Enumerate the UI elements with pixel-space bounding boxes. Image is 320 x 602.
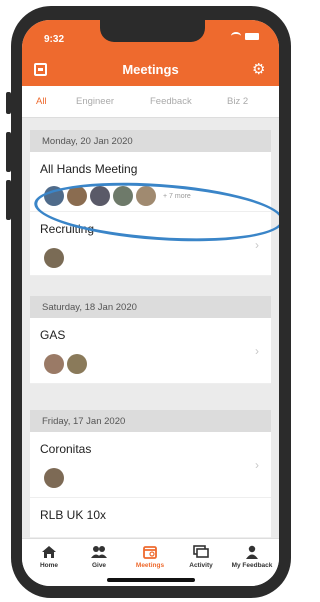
tab-feedback[interactable]: Feedback xyxy=(150,96,192,107)
home-icon xyxy=(41,545,57,559)
meeting-list: Monday, 20 Jan 2020 All Hands Meeting + … xyxy=(22,118,279,538)
nav-label: Meetings xyxy=(135,562,165,569)
filter-tabs: All Engineer Feedback Biz 2 xyxy=(22,86,279,118)
page-title: Meetings xyxy=(122,62,179,77)
nav-home[interactable]: Home xyxy=(24,545,74,569)
stage: 9:32 Meetings ⚙ All Engineer Feedback Bi… xyxy=(0,0,296,602)
gear-icon[interactable]: ⚙ xyxy=(252,62,267,77)
volume-down-button xyxy=(6,180,11,220)
volume-up-button xyxy=(6,132,11,172)
meeting-title: Coronitas xyxy=(40,442,92,456)
activity-icon xyxy=(193,545,209,559)
tab-biz-2[interactable]: Biz 2 xyxy=(227,96,248,107)
calendar-icon xyxy=(142,545,158,559)
home-indicator xyxy=(107,578,195,582)
attendee-avatars xyxy=(44,468,67,488)
avatar xyxy=(44,248,64,268)
attendee-avatars xyxy=(44,248,67,268)
people-icon xyxy=(91,545,107,559)
meeting-title: GAS xyxy=(40,328,66,342)
status-icons xyxy=(231,32,259,40)
chevron-right-icon: › xyxy=(255,458,259,472)
nav-label: Activity xyxy=(189,562,213,569)
chevron-right-icon: › xyxy=(255,344,259,358)
date-header: Friday, 17 Jan 2020 xyxy=(30,410,271,432)
meeting-title: All Hands Meeting xyxy=(40,162,138,176)
meeting-title: RLB UK 10x xyxy=(40,508,107,522)
date-header: Monday, 20 Jan 2020 xyxy=(30,130,271,152)
status-time: 9:32 xyxy=(44,34,65,45)
avatar xyxy=(44,354,64,374)
nav-activity[interactable]: Activity xyxy=(176,545,226,569)
nav-label: Home xyxy=(39,562,59,569)
battery-icon xyxy=(245,32,259,40)
list-item[interactable]: RLB UK 10x xyxy=(30,498,271,538)
nav-meetings[interactable]: Meetings xyxy=(125,545,175,569)
date-header: Saturday, 18 Jan 2020 xyxy=(30,296,271,318)
screen: 9:32 Meetings ⚙ All Engineer Feedback Bi… xyxy=(22,20,279,586)
avatar xyxy=(67,354,87,374)
app-header: Meetings ⚙ xyxy=(22,54,279,86)
nav-give[interactable]: Give xyxy=(74,545,124,569)
mute-switch xyxy=(6,92,11,114)
list-item[interactable]: GAS › xyxy=(30,318,271,384)
chevron-right-icon: › xyxy=(255,238,259,252)
nav-label: My Feedback xyxy=(231,562,273,569)
list-item[interactable]: Coronitas › xyxy=(30,432,271,498)
avatar xyxy=(44,468,64,488)
nav-my-feedback[interactable]: My Feedback xyxy=(227,545,277,569)
attendee-avatars xyxy=(44,354,90,374)
notch xyxy=(100,20,205,42)
person-icon xyxy=(244,545,260,559)
nav-label: Give xyxy=(91,562,107,569)
date-group: Friday, 17 Jan 2020 Coronitas › RLB UK 1… xyxy=(30,410,271,538)
tab-engineer[interactable]: Engineer xyxy=(76,96,114,107)
tab-all[interactable]: All xyxy=(36,96,47,107)
wifi-icon xyxy=(231,32,241,40)
date-group: Saturday, 18 Jan 2020 GAS › xyxy=(30,296,271,384)
